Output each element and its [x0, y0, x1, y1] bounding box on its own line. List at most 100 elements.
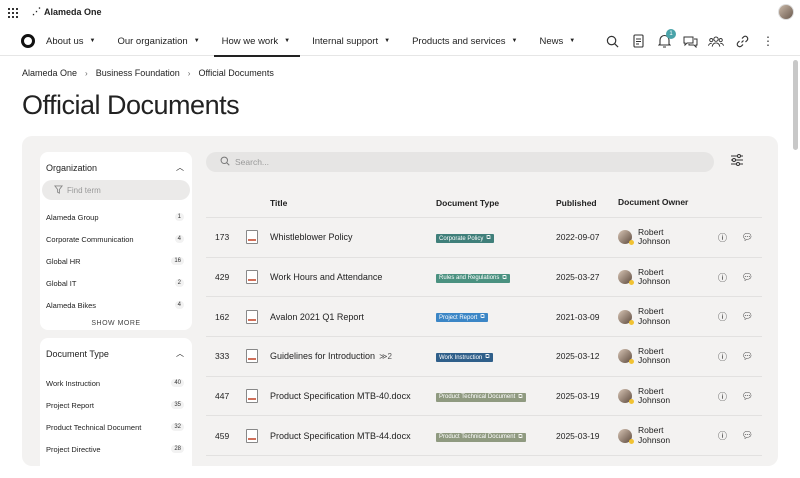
document-title-link[interactable]: Product Specification MTB-44.docx — [261, 431, 436, 441]
facet-option[interactable]: Global IT 2 — [40, 272, 192, 294]
document-owner[interactable]: Robert Johnson — [618, 267, 710, 287]
table-row[interactable]: 459 Product Specification MTB-44.docx Pr… — [206, 416, 762, 457]
comment-icon[interactable]: 💬︎ — [735, 351, 760, 362]
external-link-icon: ⧉ — [486, 235, 491, 242]
facet-option[interactable]: Product Technical Document 32 — [40, 416, 192, 438]
nav-item-products-and-services[interactable]: Products and services ▼ — [412, 26, 527, 56]
comment-icon[interactable]: 💬︎ — [735, 430, 760, 441]
document-type-tag[interactable]: Product Technical Document ⧉ — [436, 392, 526, 402]
published-date: 2025-03-19 — [556, 430, 600, 441]
find-term-placeholder: Find term — [67, 185, 101, 195]
filter-settings-icon[interactable] — [730, 154, 746, 170]
table-row[interactable]: 333 Guidelines for Introduction ≫2 Work I… — [206, 337, 762, 377]
find-term-input[interactable]: Find term — [42, 180, 190, 200]
document-owner[interactable]: Robert Johnson — [618, 227, 710, 247]
info-icon[interactable]: ⓘ — [710, 429, 735, 442]
brand-logo-icon: ⋰ — [32, 6, 41, 16]
organization-filter-header[interactable]: Organization ︿ — [40, 152, 192, 176]
table-header: Title Document Type Published Document O… — [206, 188, 762, 218]
caret-down-icon: ▼ — [284, 38, 291, 44]
info-icon[interactable]: ⓘ — [710, 271, 735, 284]
document-type-tag[interactable]: Product Technical Document ⧉ — [436, 432, 526, 442]
comment-icon[interactable]: 💬︎ — [735, 391, 760, 402]
column-header-published[interactable]: Published — [556, 198, 618, 208]
file-icon — [246, 349, 258, 364]
chevron-up-icon[interactable]: ︿ — [176, 348, 184, 359]
facet-option[interactable]: Work Instruction 40 — [40, 372, 192, 394]
comment-icon[interactable]: 💬︎ — [735, 311, 760, 322]
facet-option[interactable]: Alameda Group 1 — [40, 206, 192, 228]
facet-option[interactable]: Alameda Bikes 4 — [40, 294, 192, 316]
comment-icon[interactable]: 💬︎ — [735, 232, 760, 243]
document-type-filter-header[interactable]: Document Type ︿ — [40, 338, 192, 362]
column-header-type[interactable]: Document Type — [436, 198, 556, 208]
facet-option[interactable]: Global HR 16 — [40, 250, 192, 272]
organization-filter: Organization ︿ Find term Alameda Group 1 … — [40, 152, 192, 330]
document-type-tag[interactable]: Work Instruction ⧉ — [436, 353, 493, 363]
breadcrumb: Alameda One › Business Foundation › Offi… — [22, 68, 274, 78]
link-icon[interactable] — [734, 33, 750, 49]
page-scrollbar[interactable] — [793, 60, 798, 150]
comment-icon[interactable]: 💬︎ — [735, 272, 760, 283]
home-logo-icon[interactable] — [21, 34, 35, 48]
more-vertical-icon[interactable]: ⋮ — [760, 33, 776, 49]
owner-avatar — [618, 309, 634, 325]
document-owner[interactable]: Robert Johnson — [618, 307, 710, 326]
nav-item-news[interactable]: News ▼ — [539, 26, 585, 56]
facet-option-count: 35 — [171, 401, 184, 409]
document-type-tag[interactable]: Project Report ⧉ — [436, 313, 488, 323]
info-icon[interactable]: ⓘ — [710, 231, 735, 244]
page-title: Official Documents — [22, 90, 240, 120]
document-owner[interactable]: Robert Johnson — [618, 426, 710, 445]
info-icon[interactable]: ⓘ — [710, 310, 735, 323]
search-icon[interactable] — [604, 33, 620, 49]
breadcrumb-item[interactable]: Business Foundation — [96, 68, 180, 78]
nav-item-our-organization[interactable]: Our organization ▼ — [117, 26, 209, 56]
published-date: 2025-03-12 — [556, 351, 600, 362]
document-type-label: Project Report — [439, 314, 478, 321]
document-owner[interactable]: Robert Johnson — [618, 346, 710, 366]
show-more-button[interactable]: SHOW MORE — [40, 320, 192, 327]
app-launcher-icon[interactable] — [8, 8, 18, 18]
nav-item-internal-support[interactable]: Internal support ▼ — [312, 26, 400, 56]
people-icon[interactable] — [708, 33, 724, 49]
user-avatar[interactable] — [778, 4, 794, 20]
document-title-link[interactable]: Guidelines for Introduction — [270, 351, 375, 361]
breadcrumb-item[interactable]: Alameda One — [22, 68, 77, 78]
brand[interactable]: ⋰ Alameda One — [32, 6, 102, 17]
facet-option-count: 1 — [174, 213, 184, 221]
facet-option[interactable]: Project Report 35 — [40, 394, 192, 416]
info-icon[interactable]: ⓘ — [710, 350, 735, 363]
facet-option[interactable]: Project Directive 28 — [40, 438, 192, 460]
search-input[interactable]: Search... — [206, 152, 714, 172]
document-type-tag[interactable]: Corporate Policy ⧉ — [436, 234, 494, 244]
table-row[interactable]: 173 Whistleblower Policy Corporate Polic… — [206, 218, 762, 258]
facet-option[interactable]: Corporate Communication 4 — [40, 228, 192, 250]
chevron-up-icon[interactable]: ︿ — [176, 162, 184, 173]
facet-option-count: 32 — [171, 423, 184, 431]
column-header-owner[interactable]: Document Owner — [618, 197, 710, 207]
document-type-label: Rules and Regulations — [439, 275, 500, 282]
document-title-link[interactable]: Avalon 2021 Q1 Report — [261, 312, 436, 322]
column-header-title[interactable]: Title — [261, 198, 436, 208]
table-row[interactable]: 447 Product Specification MTB-40.docx Pr… — [206, 377, 762, 417]
document-owner[interactable]: Robert Johnson — [618, 386, 710, 406]
chevron-right-icon: › — [85, 68, 88, 78]
nav-label: News — [539, 35, 564, 47]
file-icon — [246, 309, 258, 324]
document-title-link[interactable]: Product Specification MTB-40.docx — [261, 391, 436, 401]
document-title-link[interactable]: Work Hours and Attendance — [261, 272, 436, 282]
document-icon[interactable] — [630, 33, 646, 49]
facet-option-count: 4 — [174, 235, 184, 243]
brand-name: Alameda One — [44, 6, 102, 17]
bell-icon[interactable]: 1 — [656, 29, 676, 49]
nav-item-how-we-work[interactable]: How we work ▼ — [213, 26, 301, 57]
table-row[interactable]: 162 Avalon 2021 Q1 Report Project Report… — [206, 297, 762, 338]
chat-icon[interactable] — [682, 33, 698, 49]
document-title-link[interactable]: Whistleblower Policy — [261, 232, 436, 242]
related-count[interactable]: ≫2 — [379, 352, 392, 361]
nav-item-about-us[interactable]: About us ▼ — [46, 26, 105, 56]
info-icon[interactable]: ⓘ — [710, 390, 735, 403]
document-type-tag[interactable]: Rules and Regulations ⧉ — [436, 273, 510, 283]
table-row[interactable]: 429 Work Hours and Attendance Rules and … — [206, 258, 762, 298]
